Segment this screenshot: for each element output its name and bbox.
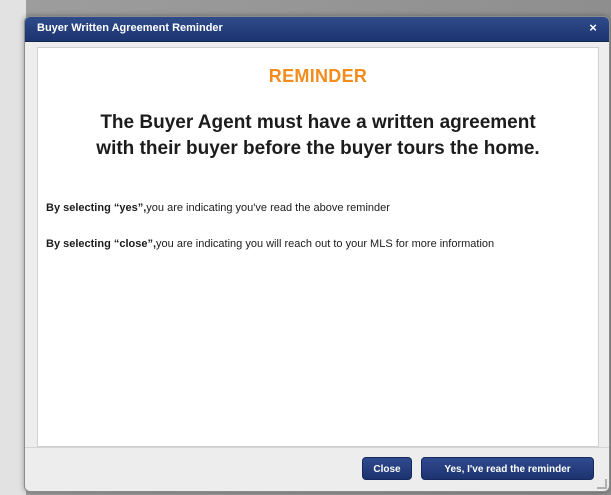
reminder-dialog: Buyer Written Agreement Reminder × REMIN… bbox=[24, 16, 610, 492]
yes-explanation: By selecting “yes”,you are indicating yo… bbox=[46, 200, 586, 216]
dialog-content: REMINDER The Buyer Agent must have a wri… bbox=[37, 47, 599, 447]
background-page-strip bbox=[0, 0, 26, 495]
close-explanation: By selecting “close”,you are indicating … bbox=[46, 236, 586, 252]
close-button[interactable]: Close bbox=[362, 457, 412, 480]
close-explanation-text: you are indicating you will reach out to… bbox=[156, 238, 495, 250]
statement-line-2: with their buyer before the buyer tours … bbox=[96, 138, 540, 159]
close-explanation-prefix: By selecting “close”, bbox=[46, 238, 157, 250]
yes-explanation-text: you are indicating you've read the above… bbox=[146, 202, 390, 214]
close-icon[interactable]: × bbox=[585, 20, 601, 36]
yes-explanation-prefix: By selecting “yes”, bbox=[46, 202, 147, 214]
dialog-title: Buyer Written Agreement Reminder bbox=[37, 22, 223, 34]
statement-line-1: The Buyer Agent must have a written agre… bbox=[100, 112, 536, 133]
dialog-titlebar[interactable]: Buyer Written Agreement Reminder × bbox=[25, 17, 609, 42]
confirm-read-button[interactable]: Yes, I've read the reminder bbox=[421, 457, 594, 480]
agreement-statement: The Buyer Agent must have a written agre… bbox=[38, 110, 598, 162]
resize-grip-icon[interactable] bbox=[597, 479, 607, 489]
footer-divider bbox=[25, 447, 609, 448]
reminder-heading: REMINDER bbox=[268, 66, 368, 86]
